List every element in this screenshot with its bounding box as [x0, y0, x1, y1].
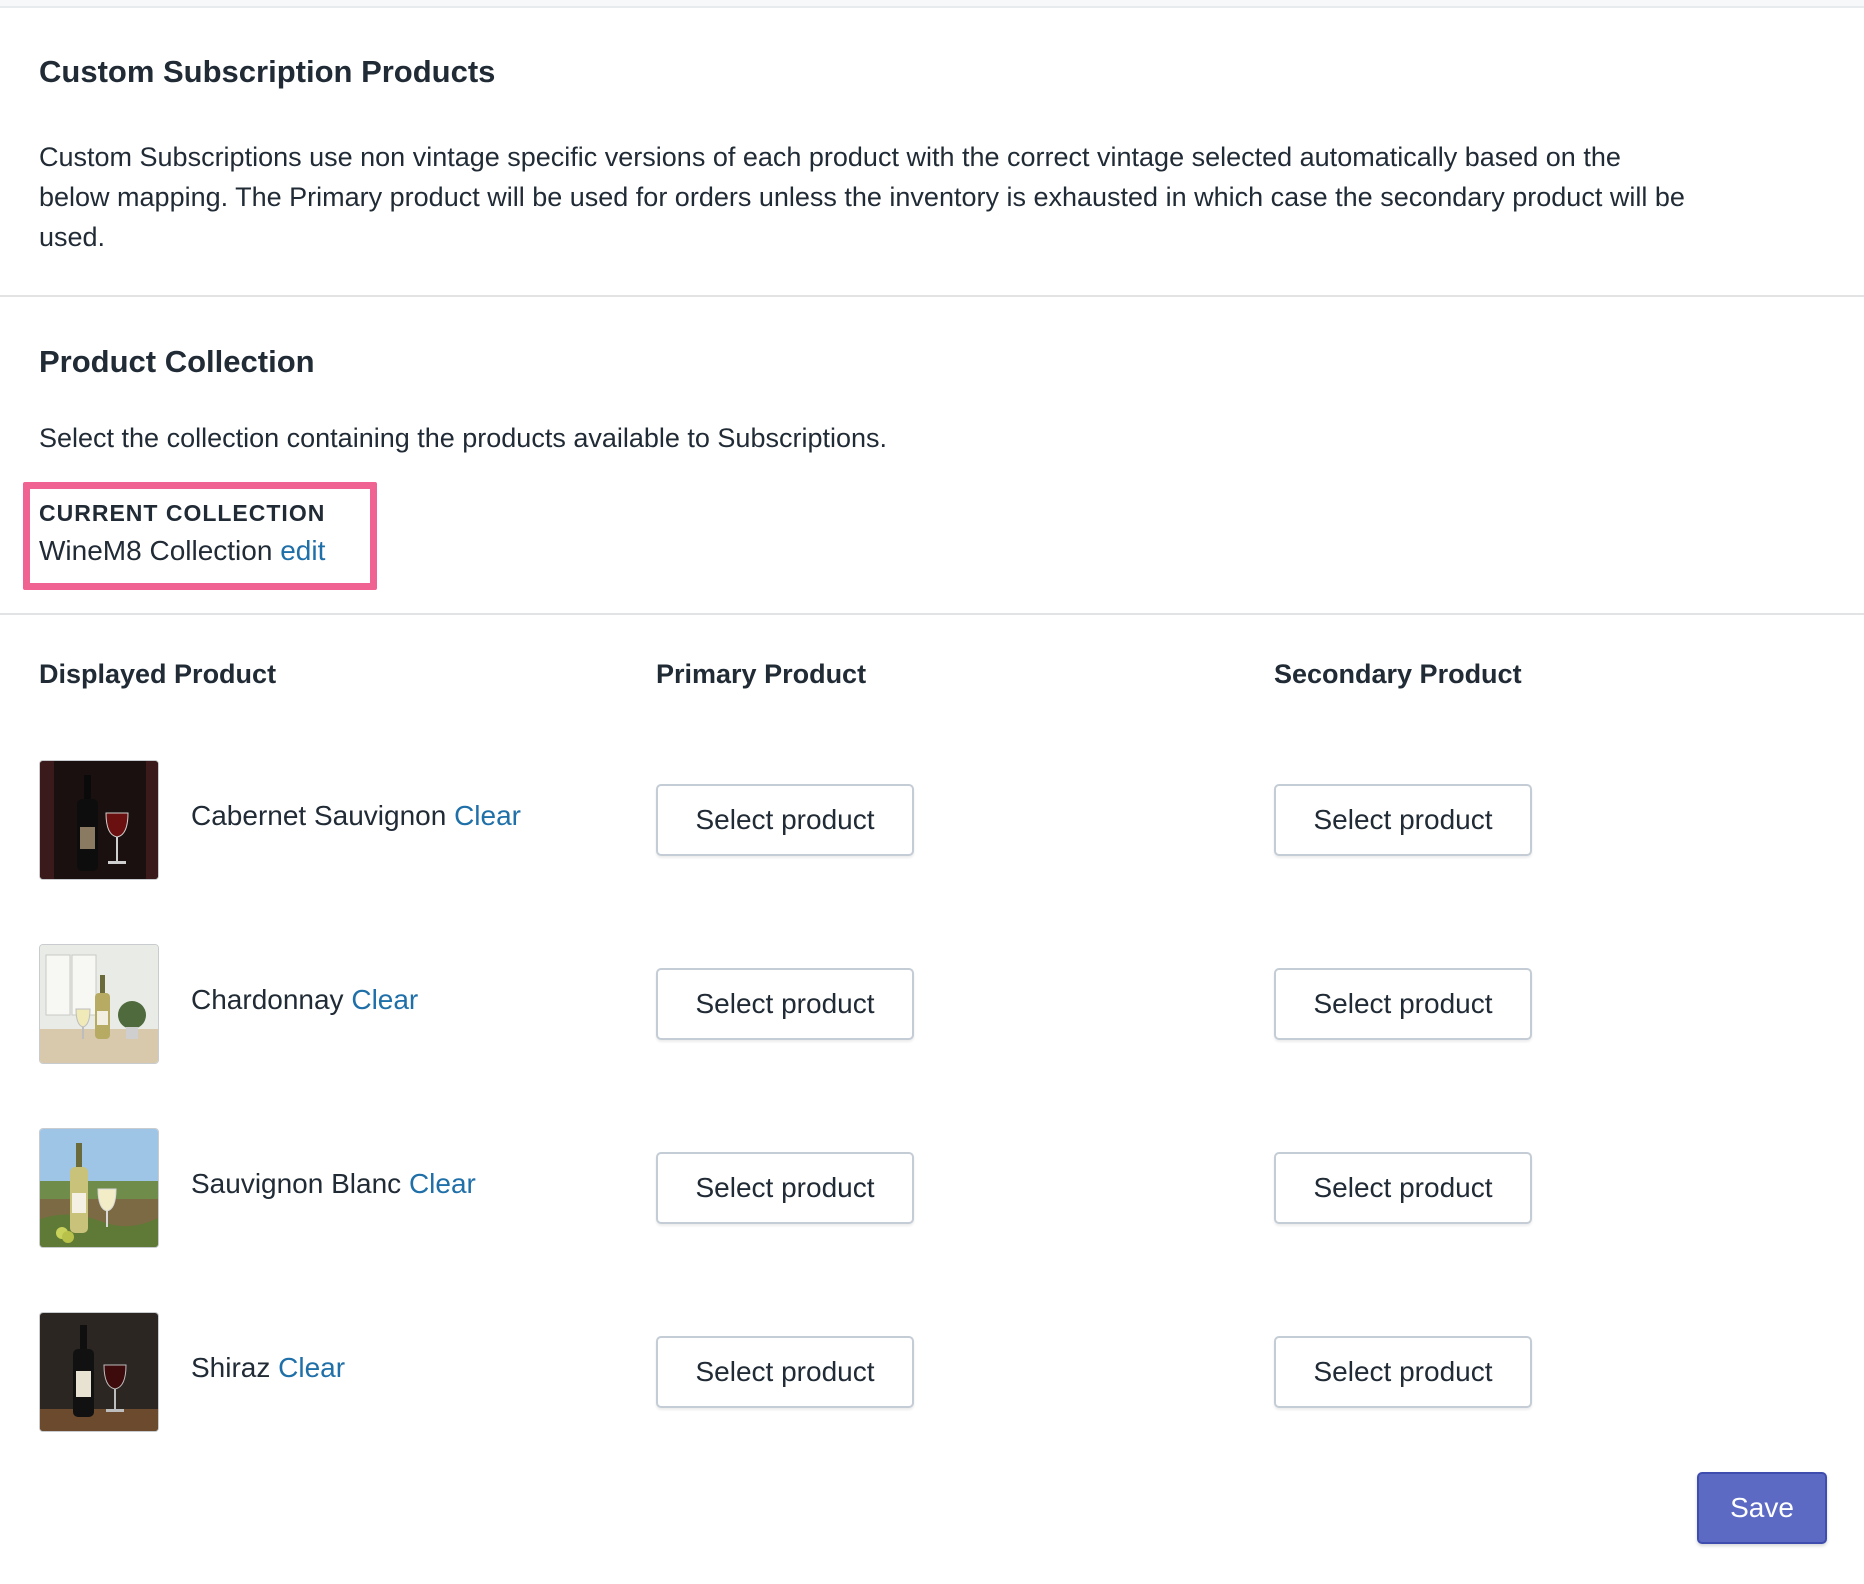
clear-link[interactable]: Clear: [409, 1168, 476, 1199]
current-collection-name: WineM8 Collection: [39, 535, 273, 566]
subscription-description-line-1: Custom Subscriptions use non vintage spe…: [39, 142, 1621, 172]
clear-link[interactable]: Clear: [454, 800, 521, 831]
subscription-description-line-2: below mapping. The Primary product will …: [39, 182, 1685, 212]
product-name: Shiraz: [191, 1352, 271, 1383]
collection-section-title: Product Collection: [39, 344, 315, 379]
product-thumbnail: [39, 944, 159, 1064]
section-divider: [0, 295, 1864, 297]
select-secondary-product-button[interactable]: Select product: [1274, 1152, 1532, 1224]
table-row: Cabernet Sauvignon Clear Select product …: [0, 760, 1864, 880]
clear-link[interactable]: Clear: [278, 1352, 345, 1383]
wine-bottle-icon: [40, 1313, 158, 1431]
product-name-cell: Sauvignon Blanc Clear: [191, 1168, 476, 1200]
subscription-settings-page: Custom Subscription Products Custom Subs…: [0, 0, 1864, 1584]
select-primary-product-button[interactable]: Select product: [656, 968, 914, 1040]
secondary-product-header: Secondary Product: [1274, 659, 1522, 689]
section-divider: [0, 613, 1864, 615]
product-name-cell: Shiraz Clear: [191, 1352, 345, 1384]
primary-product-header: Primary Product: [656, 659, 867, 689]
wine-bottle-icon: [40, 1129, 158, 1247]
product-thumbnail: [39, 760, 159, 880]
subscription-description-line-3: used.: [39, 222, 106, 252]
current-collection-value: WineM8 Collection edit: [39, 535, 325, 567]
top-border: [0, 0, 1864, 8]
product-name-cell: Cabernet Sauvignon Clear: [191, 800, 521, 832]
displayed-product-header: Displayed Product: [39, 659, 277, 689]
product-name-cell: Chardonnay Clear: [191, 984, 418, 1016]
wine-bottle-icon: [40, 761, 158, 879]
clear-link[interactable]: Clear: [351, 984, 418, 1015]
table-row: Chardonnay Clear Select product Select p…: [0, 944, 1864, 1064]
current-collection-label: CURRENT COLLECTION: [39, 500, 326, 526]
select-secondary-product-button[interactable]: Select product: [1274, 1336, 1532, 1408]
subscription-section-title: Custom Subscription Products: [39, 54, 496, 89]
product-name: Sauvignon Blanc: [191, 1168, 402, 1199]
product-name: Cabernet Sauvignon: [191, 800, 447, 831]
collection-description: Select the collection containing the pro…: [39, 423, 888, 453]
select-primary-product-button[interactable]: Select product: [656, 784, 914, 856]
table-row: Shiraz Clear Select product Select produ…: [0, 1312, 1864, 1432]
select-primary-product-button[interactable]: Select product: [656, 1336, 914, 1408]
wine-bottle-icon: [40, 945, 158, 1063]
product-thumbnail: [39, 1312, 159, 1432]
save-button[interactable]: Save: [1697, 1472, 1827, 1544]
table-row: Sauvignon Blanc Clear Select product Sel…: [0, 1128, 1864, 1248]
product-thumbnail: [39, 1128, 159, 1248]
product-name: Chardonnay: [191, 984, 344, 1015]
select-primary-product-button[interactable]: Select product: [656, 1152, 914, 1224]
select-secondary-product-button[interactable]: Select product: [1274, 968, 1532, 1040]
select-secondary-product-button[interactable]: Select product: [1274, 784, 1532, 856]
edit-collection-link[interactable]: edit: [280, 535, 325, 566]
